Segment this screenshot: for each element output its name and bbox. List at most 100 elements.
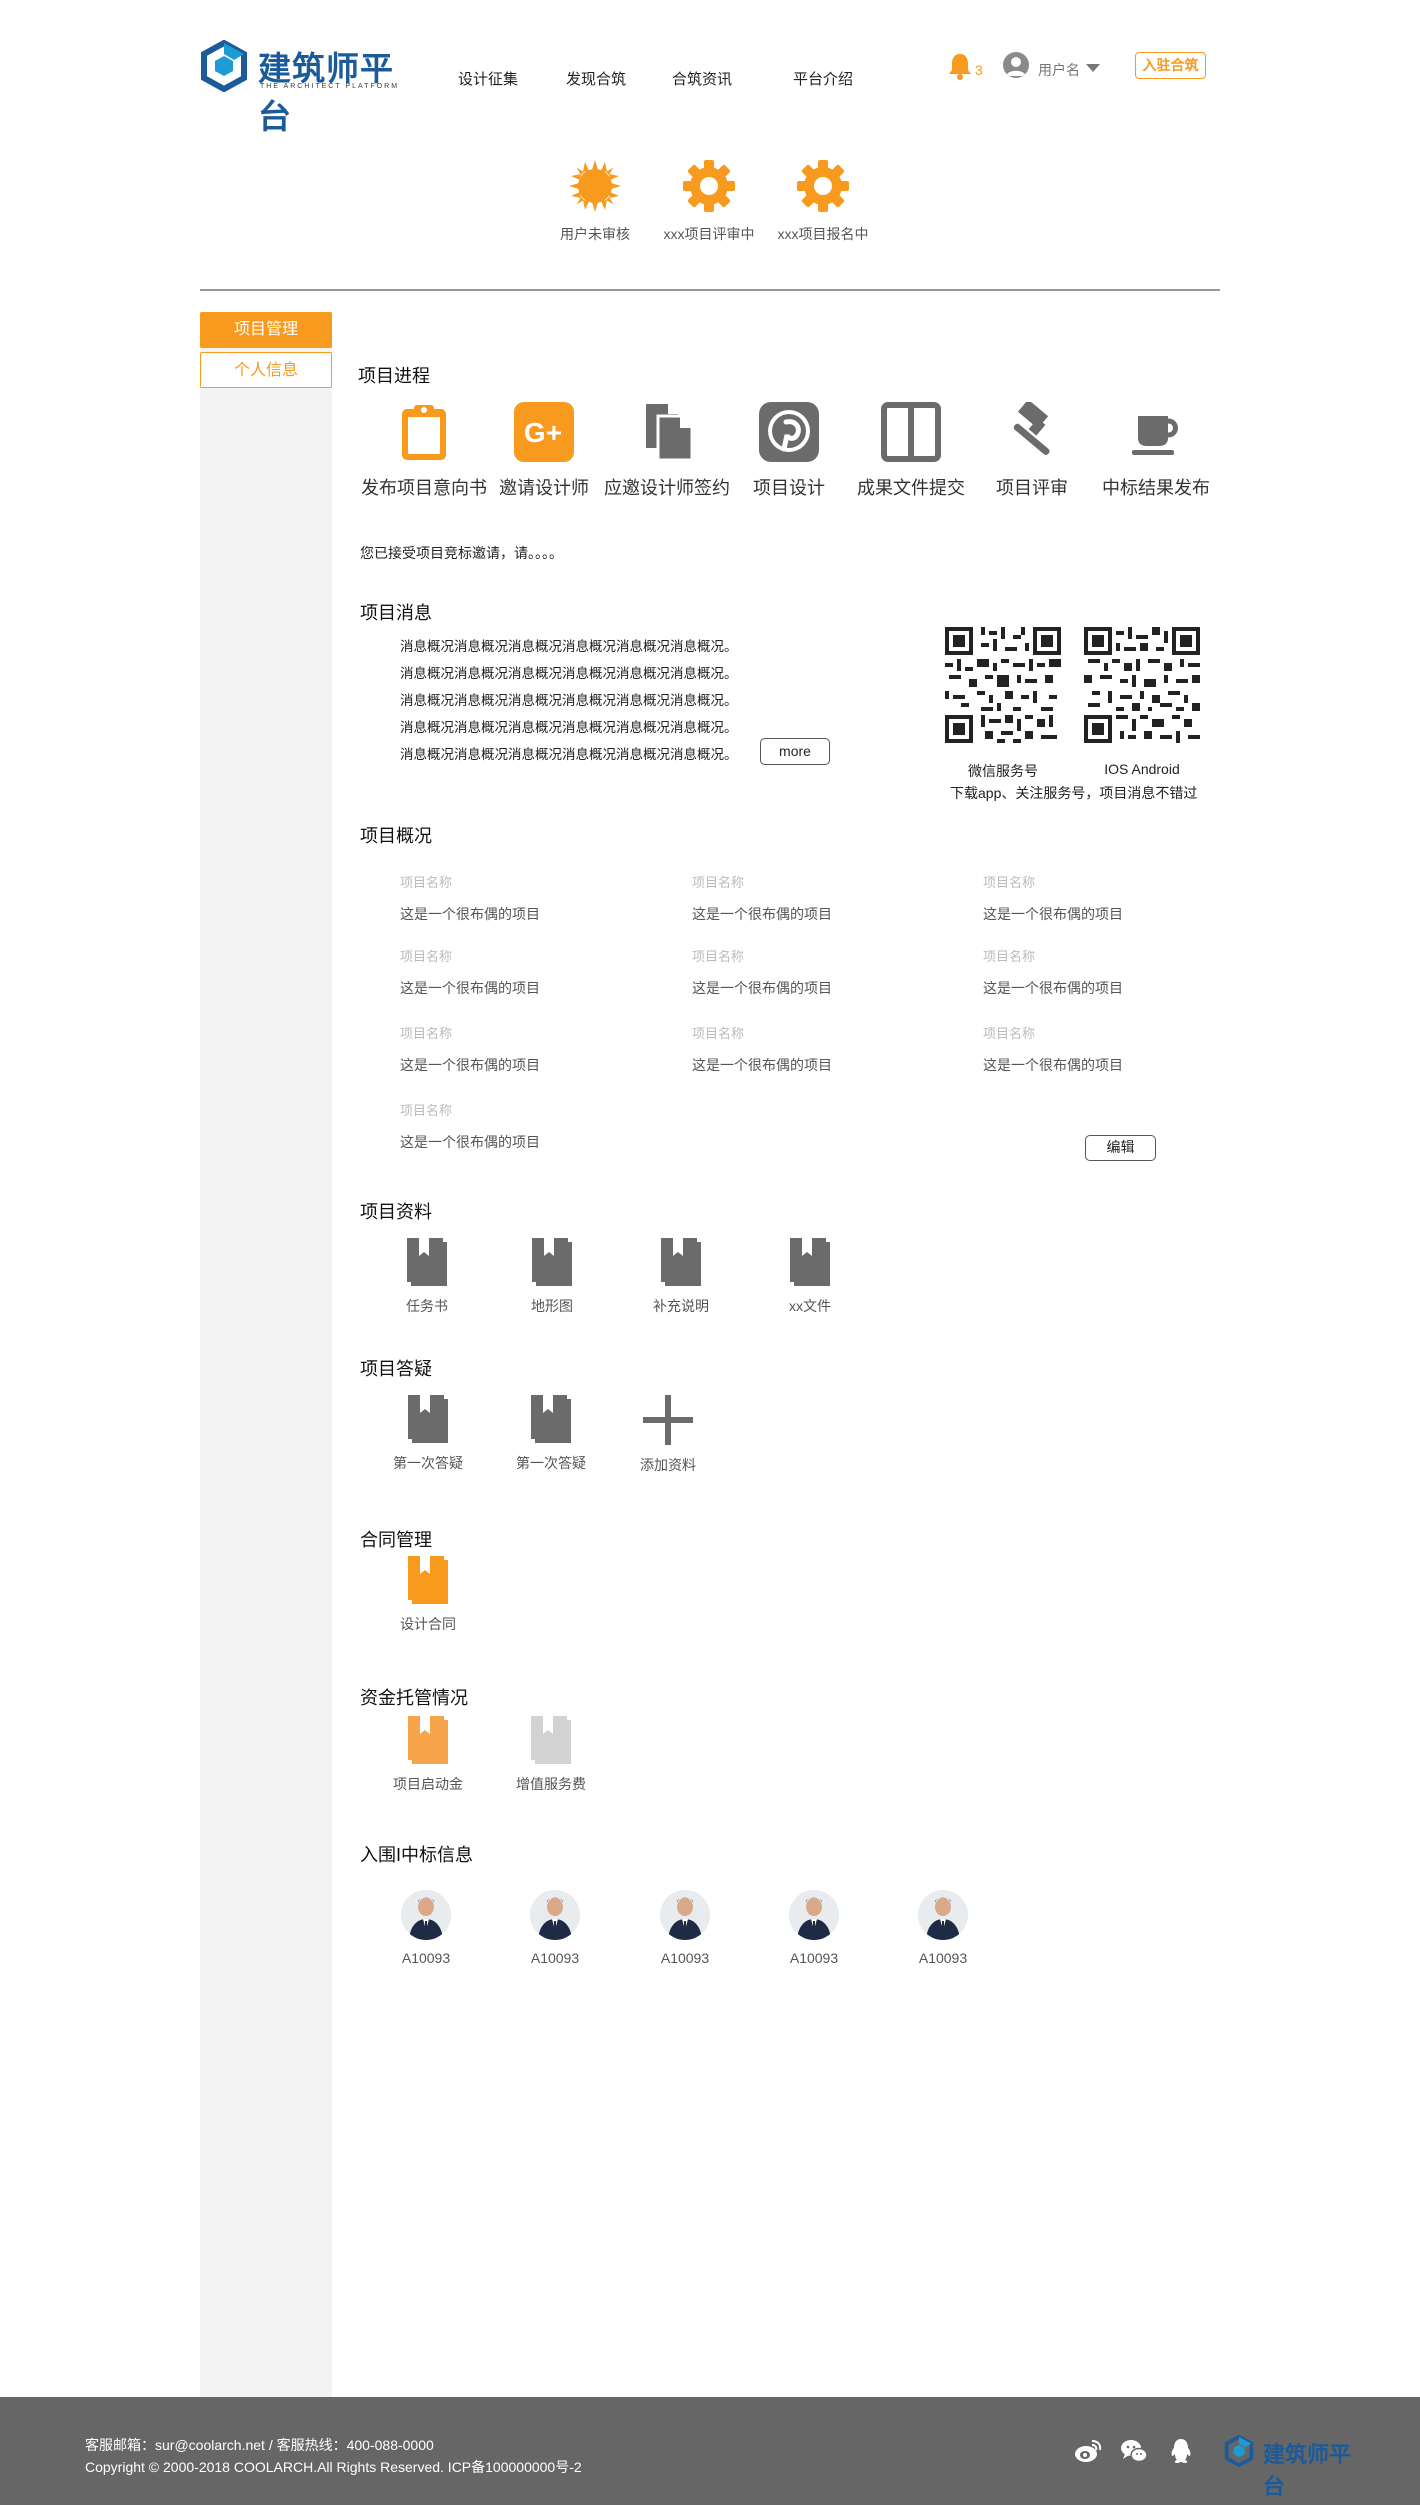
sidebar-item-personal-info[interactable]: 个人信息 — [200, 352, 332, 388]
nav-design-call[interactable]: 设计征集 — [458, 68, 518, 89]
username[interactable]: 用户名 — [1038, 60, 1080, 80]
escrow-item[interactable]: 项目启动金 — [373, 1716, 483, 1794]
nav-news[interactable]: 合筑资讯 — [672, 68, 732, 89]
book-icon — [531, 1395, 571, 1443]
list-item[interactable]: 消息概况消息概况消息概况消息概况消息概况消息概况。 — [400, 718, 738, 745]
sidebar-item-project-management[interactable]: 项目管理 — [200, 312, 332, 348]
field-label: 项目名称 — [983, 1026, 1036, 1041]
field-value: 这是一个很布偶的项目 — [983, 980, 1123, 996]
list-item[interactable]: 消息概况消息概况消息概况消息概况消息概况消息概况。 — [400, 745, 738, 772]
material-item[interactable]: 补充说明 — [626, 1238, 736, 1316]
overview-field: 项目名称 这是一个很布偶的项目 — [400, 872, 600, 924]
plus-icon — [643, 1395, 693, 1445]
header: 建筑师平台 THE ARCHITECT PLATFORM 设计征集 发现合筑 合… — [0, 0, 1420, 136]
footer-logo-text: 建筑师平台 — [1263, 2443, 1352, 2500]
book-icon — [407, 1238, 447, 1286]
nav-about[interactable]: 平台介绍 — [793, 68, 853, 89]
overview-field: 项目名称 这是一个很布偶的项目 — [983, 1023, 1183, 1075]
step-project-review[interactable]: 项目评审 — [968, 402, 1096, 500]
bell-icon[interactable] — [947, 52, 973, 80]
step-publish-award[interactable]: 中标结果发布 — [1092, 402, 1220, 500]
qr-code-wechat — [945, 627, 1061, 743]
step-label: 成果文件提交 — [857, 478, 965, 498]
field-value: 这是一个很布偶的项目 — [400, 980, 540, 996]
section-title-overview: 项目概况 — [360, 826, 432, 846]
more-button[interactable]: more — [760, 738, 830, 765]
book-icon — [531, 1716, 571, 1764]
step-label: 发布项目意向书 — [361, 478, 487, 498]
overview-field: 项目名称 这是一个很布偶的项目 — [400, 1100, 600, 1152]
chevron-down-icon[interactable] — [1086, 64, 1100, 72]
section-title-escrow: 资金托管情况 — [360, 1688, 468, 1708]
overview-field: 项目名称 这是一个很布偶的项目 — [692, 946, 892, 998]
material-label: 补充说明 — [653, 1298, 709, 1314]
person-id: A10093 — [530, 1950, 580, 1966]
wechat-icon[interactable] — [1120, 2437, 1148, 2465]
shortlist-person[interactable]: A10093 — [381, 1890, 471, 1966]
svg-text:G+: G+ — [524, 417, 562, 448]
step-label: 项目设计 — [753, 478, 825, 498]
field-label: 项目名称 — [692, 1026, 745, 1041]
overview-field: 项目名称 这是一个很布偶的项目 — [400, 1023, 600, 1075]
footer-logo[interactable]: 建筑师平台 — [1223, 2434, 1363, 2500]
join-button[interactable]: 入驻合筑 — [1135, 52, 1206, 79]
nav-discover[interactable]: 发现合筑 — [566, 68, 626, 89]
qa-item[interactable]: 第一次答疑 — [373, 1395, 483, 1473]
section-title-qa: 项目答疑 — [360, 1359, 432, 1379]
platform-logo[interactable]: 建筑师平台 THE ARCHITECT PLATFORM — [198, 39, 403, 136]
clipboard-icon — [402, 405, 446, 460]
shortlist-person[interactable]: A10093 — [640, 1890, 730, 1966]
material-label: xx文件 — [789, 1298, 831, 1314]
sidebar: 项目管理 个人信息 — [200, 312, 332, 2397]
book-icon — [790, 1238, 830, 1286]
qq-icon[interactable] — [1167, 2437, 1195, 2465]
shortlist-person[interactable]: A10093 — [510, 1890, 600, 1966]
weibo-icon[interactable] — [1074, 2437, 1102, 2465]
message-list: 消息概况消息概况消息概况消息概况消息概况消息概况。 消息概况消息概况消息概况消息… — [400, 637, 738, 772]
logo-hexagon-icon — [1224, 2434, 1254, 2468]
qr-description: 下载app、关注服务号，项目消息不错过 — [950, 785, 1198, 801]
shortlist-person[interactable]: A10093 — [769, 1890, 859, 1966]
overview-field: 项目名称 这是一个很布偶的项目 — [692, 872, 892, 924]
notification-count: 3 — [975, 62, 983, 78]
pinterest-icon — [759, 402, 819, 462]
material-item[interactable]: xx文件 — [755, 1238, 865, 1316]
edit-button[interactable]: 编辑 — [1085, 1135, 1156, 1161]
step-label: 项目评审 — [996, 478, 1068, 498]
field-value: 这是一个很布偶的项目 — [983, 906, 1123, 922]
field-label: 项目名称 — [983, 949, 1036, 964]
material-item[interactable]: 任务书 — [372, 1238, 482, 1316]
user-avatar-icon[interactable] — [1003, 52, 1029, 78]
field-value: 这是一个很布偶的项目 — [983, 1057, 1123, 1073]
add-material-button[interactable]: 添加资料 — [613, 1395, 723, 1475]
avatar-icon — [530, 1890, 580, 1940]
google-plus-icon: G+ — [514, 402, 574, 462]
book-icon — [532, 1238, 572, 1286]
avatar-icon — [401, 1890, 451, 1940]
list-item[interactable]: 消息概况消息概况消息概况消息概况消息概况消息概况。 — [400, 691, 738, 718]
shortlist-person[interactable]: A10093 — [898, 1890, 988, 1966]
logo-subtitle: THE ARCHITECT PLATFORM — [260, 83, 400, 90]
section-title-progress: 项目进程 — [358, 366, 430, 386]
step-publish-intent[interactable]: 发布项目意向书 — [360, 402, 488, 500]
step-label: 应邀设计师签约 — [604, 478, 730, 498]
step-project-design[interactable]: 项目设计 — [725, 402, 853, 500]
footer-contact: 客服邮箱：sur@coolarch.net / 客服热线：400-088-000… — [85, 2437, 434, 2453]
status-label: xxx项目报名中 — [777, 226, 869, 242]
field-value: 这是一个很布偶的项目 — [400, 1134, 540, 1150]
gear-icon — [797, 160, 849, 212]
material-item[interactable]: 地形图 — [497, 1238, 607, 1316]
field-value: 这是一个很布偶的项目 — [692, 906, 832, 922]
list-item[interactable]: 消息概况消息概况消息概况消息概况消息概况消息概况。 — [400, 664, 738, 691]
step-submit-results[interactable]: 成果文件提交 — [847, 402, 975, 500]
escrow-item[interactable]: 增值服务费 — [496, 1716, 606, 1794]
contract-item[interactable]: 设计合同 — [373, 1556, 483, 1634]
step-invite-designer[interactable]: G+ 邀请设计师 — [480, 402, 608, 500]
divider — [200, 289, 1220, 291]
field-label: 项目名称 — [692, 875, 745, 890]
qa-item[interactable]: 第一次答疑 — [496, 1395, 606, 1473]
field-label: 项目名称 — [400, 1103, 453, 1118]
list-item[interactable]: 消息概况消息概况消息概况消息概况消息概况消息概况。 — [400, 637, 738, 664]
book-icon — [408, 1395, 448, 1443]
step-designer-sign[interactable]: 应邀设计师签约 — [603, 402, 731, 500]
